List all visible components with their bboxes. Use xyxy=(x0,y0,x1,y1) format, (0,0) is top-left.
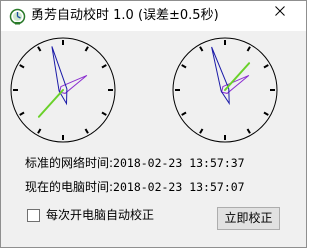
clock-tick xyxy=(199,46,204,52)
second-hand xyxy=(37,89,64,118)
title-bar: 勇芳自动校时 1.0 (误差±0.5秒) xyxy=(1,1,306,31)
clock-tick xyxy=(263,111,269,116)
client-area: 标准的网络时间:2018-02-23 13:57:37 现在的电脑时间:2018… xyxy=(8,31,299,241)
clock-tick xyxy=(101,111,107,116)
clock-tick xyxy=(37,46,42,52)
clock-tick xyxy=(84,46,89,52)
app-window: 勇芳自动校时 1.0 (误差±0.5秒) 标准的网络时间:2018-02-23 … xyxy=(0,0,307,248)
clock-tick xyxy=(181,111,187,116)
network-time-label: 标准的网络时间: xyxy=(25,156,114,170)
clock-tick xyxy=(246,46,251,52)
clock-tick xyxy=(263,64,269,69)
computer-time-label: 现在的电脑时间: xyxy=(25,180,114,194)
clock-tick xyxy=(19,111,25,116)
clock-tick xyxy=(84,128,89,134)
computer-time-value: 2018-02-23 13:57:07 xyxy=(113,180,245,194)
sync-now-button[interactable]: 立即校正 xyxy=(217,207,280,230)
computer-time-line: 现在的电脑时间:2018-02-23 13:57:07 xyxy=(25,179,245,195)
auto-sync-label[interactable]: 每次开电脑自动校正 xyxy=(46,208,154,223)
clock-tick xyxy=(181,64,187,69)
clock-tick xyxy=(19,64,25,69)
clock-tick xyxy=(246,128,251,134)
network-time-clock xyxy=(10,37,116,143)
close-button[interactable] xyxy=(257,1,303,23)
window-title: 勇芳自动校时 1.0 (误差±0.5秒) xyxy=(31,8,219,23)
close-icon xyxy=(275,6,285,16)
network-time-line: 标准的网络时间:2018-02-23 13:57:37 xyxy=(25,155,245,171)
auto-sync-checkbox[interactable] xyxy=(27,209,40,222)
network-time-value: 2018-02-23 13:57:37 xyxy=(113,156,245,170)
minute-hand xyxy=(211,46,230,106)
clock-tick xyxy=(199,128,204,134)
clock-tick xyxy=(37,128,42,134)
clock-tick xyxy=(101,64,107,69)
computer-time-clock xyxy=(172,37,278,143)
app-clock-icon xyxy=(9,8,26,25)
